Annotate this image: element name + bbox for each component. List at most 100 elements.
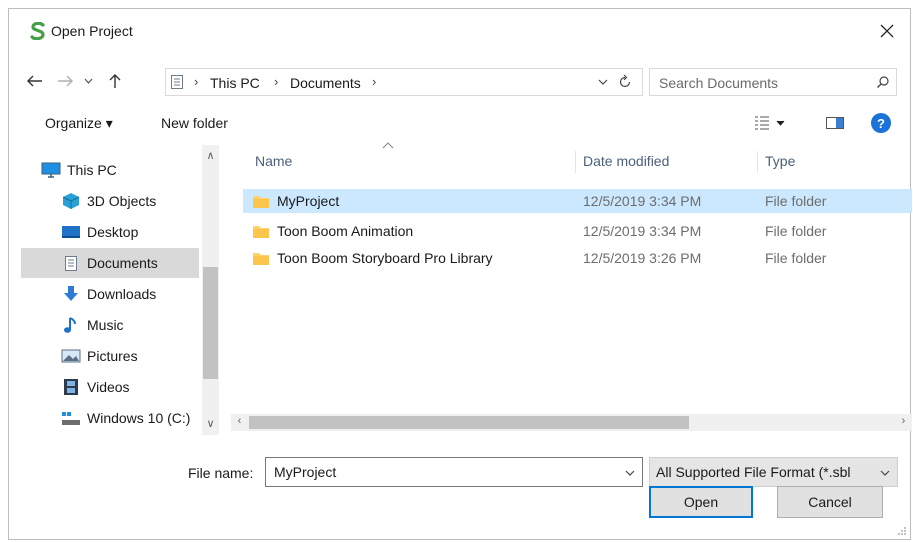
breadcrumb-this-pc[interactable]: This PC [210,75,260,91]
dialog-title: Open Project [51,23,133,39]
search-input[interactable]: Search Documents [649,68,897,96]
nav-item-music[interactable]: Music [21,310,199,340]
new-folder-button[interactable]: New folder [161,115,228,131]
column-header-date-modified[interactable]: Date modified [583,153,669,169]
up-button[interactable] [103,69,127,93]
file-row[interactable]: Toon Boom Storyboard Pro Library 12/5/20… [243,246,912,270]
file-type-filter-select[interactable]: All Supported File Format (*.sbl [649,457,898,487]
navigation-pane: This PC 3D Objects Desktop Documents Dow… [21,145,231,435]
nav-item-label: Downloads [87,286,157,302]
desktop-icon [61,223,81,241]
arrow-up-icon [109,73,121,88]
film-icon [61,378,81,396]
file-name: MyProject [277,193,340,209]
nav-item-label: Windows 10 (C:) [87,410,191,426]
command-toolbar: Organize ▾ New folder ? [9,110,910,138]
breadcrumb-documents[interactable]: Documents [290,75,361,91]
organize-button[interactable]: Organize ▾ [45,115,113,132]
cube-icon [61,192,81,210]
scrollbar-thumb[interactable] [249,416,689,429]
nav-item-this-pc[interactable]: This PC [21,155,199,185]
file-name: Toon Boom Animation [277,223,414,239]
file-row[interactable]: MyProject 12/5/2019 3:34 PM File folder [243,189,912,213]
chevron-down-icon [880,470,890,476]
sort-ascending-icon[interactable] [382,141,394,149]
nav-item-windows-c[interactable]: Windows 10 (C:) [21,403,199,433]
file-row[interactable]: Toon Boom Animation 12/5/2019 3:34 PM Fi… [243,219,912,243]
change-view-button[interactable] [753,115,793,131]
resize-grip-icon[interactable] [897,526,907,536]
file-list-horizontal-scrollbar[interactable]: ‹ › [231,414,912,431]
breadcrumb-separator-icon: › [372,74,377,89]
column-header-type[interactable]: Type [765,153,795,169]
open-project-dialog: Open Project › This PC › Documents › Sea… [8,8,912,540]
nav-vertical-scrollbar[interactable]: ∧ ∨ [202,145,219,435]
file-list: Name Date modified Type MyProject 12/5/2… [241,142,912,415]
nav-item-label: Pictures [87,348,138,364]
documents-icon [61,254,81,272]
forward-button[interactable] [53,69,77,93]
chevron-down-icon[interactable] [597,76,609,88]
scrollbar-thumb[interactable] [203,267,218,379]
column-header-name[interactable]: Name [255,153,292,169]
title-bar: Open Project [9,9,910,53]
preview-pane-icon [826,117,844,129]
nav-item-downloads[interactable]: Downloads [21,279,199,309]
nav-item-documents[interactable]: Documents [21,248,199,278]
file-type-filter-value: All Supported File Format (*.sbl [656,464,851,480]
file-name-label: File name: [188,465,254,481]
help-button[interactable]: ? [871,113,891,133]
chevron-up-icon[interactable]: ∧ [202,149,219,162]
column-divider[interactable] [757,151,758,173]
computer-icon [41,161,61,179]
close-icon [880,24,894,38]
file-date: 12/5/2019 3:34 PM [583,223,702,239]
chevron-right-icon[interactable]: › [895,415,912,427]
search-placeholder: Search Documents [659,75,779,91]
chevron-down-icon [84,78,92,84]
cancel-button[interactable]: Cancel [777,486,883,518]
download-arrow-icon [61,285,81,303]
search-icon [877,76,889,88]
pictures-icon [61,347,81,365]
drive-icon [61,409,81,427]
music-note-icon [61,316,81,334]
nav-item-3d-objects[interactable]: 3D Objects [21,186,199,216]
arrow-right-icon [58,75,73,87]
file-name-value: MyProject [274,464,337,480]
recent-locations-button[interactable] [79,69,97,93]
nav-item-label: Documents [87,255,158,271]
close-button[interactable] [864,9,910,53]
refresh-icon[interactable] [617,74,633,90]
chevron-down-icon[interactable] [624,467,636,479]
file-type: File folder [765,250,827,266]
folder-icon [253,226,269,238]
chevron-down-icon[interactable]: ∨ [202,417,219,430]
folder-icon [253,253,269,265]
back-button[interactable] [23,69,47,93]
column-divider[interactable] [575,151,576,173]
file-type: File folder [765,223,827,239]
nav-item-label: Music [87,317,124,333]
nav-item-label: Desktop [87,224,139,240]
arrow-left-icon [27,75,42,87]
file-name-input[interactable]: MyProject [265,457,643,487]
address-bar[interactable]: › This PC › Documents › [165,68,643,96]
nav-item-desktop[interactable]: Desktop [21,217,199,247]
file-date: 12/5/2019 3:26 PM [583,250,702,266]
file-name: Toon Boom Storyboard Pro Library [277,250,493,266]
open-button[interactable]: Open [649,486,753,518]
nav-item-videos[interactable]: Videos [21,372,199,402]
storyboard-logo-icon [30,22,45,40]
nav-item-label: This PC [67,162,117,178]
nav-item-pictures[interactable]: Pictures [21,341,199,371]
nav-item-label: 3D Objects [87,193,157,209]
nav-item-label: Videos [87,379,130,395]
file-date: 12/5/2019 3:34 PM [583,193,702,209]
file-type: File folder [765,193,827,209]
preview-pane-button[interactable] [825,115,845,131]
chevron-left-icon[interactable]: ‹ [231,415,248,427]
folder-icon [253,196,269,208]
details-view-icon [755,116,785,130]
breadcrumb-separator-icon: › [274,74,279,89]
